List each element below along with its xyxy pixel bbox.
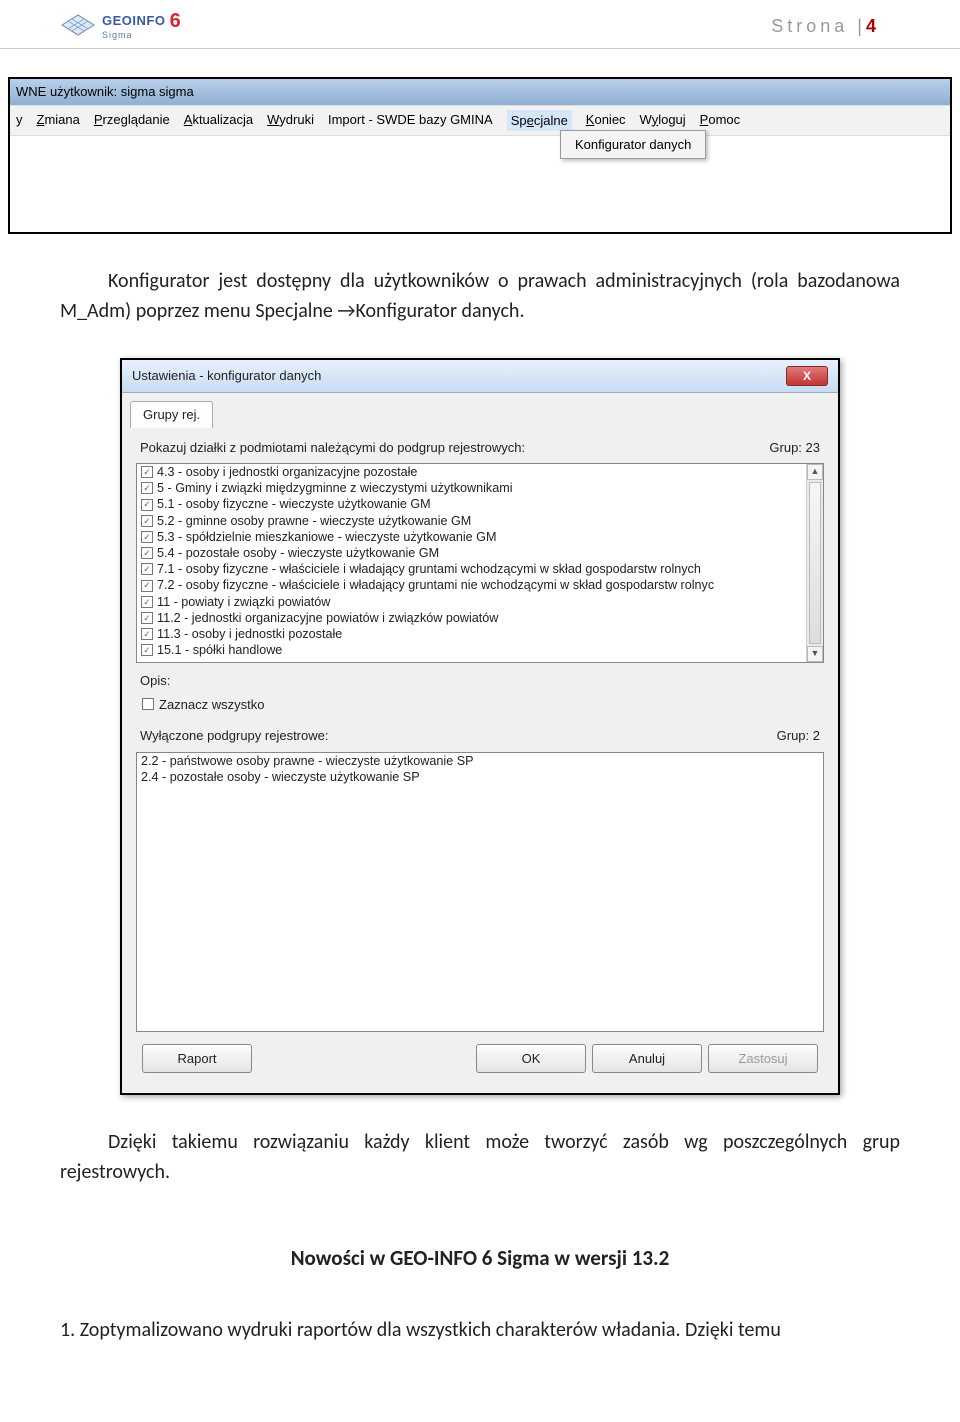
list-podgrupy-disabled[interactable]: 2.2 - państwowe osoby prawne - wieczyste… bbox=[136, 752, 824, 1032]
list-item-label: 4.3 - osoby i jednostki organizacyjne po… bbox=[157, 464, 417, 480]
list-item-label: 2.2 - państwowe osoby prawne - wieczyste… bbox=[141, 753, 474, 769]
zastosuj-button[interactable]: Zastosuj bbox=[708, 1044, 818, 1074]
list-item-label: 5.2 - gminne osoby prawne - wieczyste uż… bbox=[157, 513, 471, 529]
menu-y[interactable]: y bbox=[16, 110, 23, 132]
list-item-label: 5.1 - osoby fizyczne - wieczyste użytkow… bbox=[157, 496, 431, 512]
list-item-label: 5.3 - spółdzielnie mieszkaniowe - wieczy… bbox=[157, 529, 496, 545]
checkbox-icon[interactable]: ✓ bbox=[141, 563, 153, 575]
checkbox-icon[interactable]: ✓ bbox=[141, 612, 153, 624]
list-item[interactable]: ✓ 7.1 - osoby fizyczne - właściciele i wł… bbox=[137, 561, 823, 577]
list-item-label: 7.1 - osoby fizyczne - właściciele i wła… bbox=[157, 561, 701, 577]
close-button[interactable]: X bbox=[786, 366, 828, 386]
list-podgrupy-enabled[interactable]: ✓ 4.3 - osoby i jednostki organizacyjne p… bbox=[136, 463, 824, 663]
screenshot-menu: WNE użytkownik: sigma sigma y Zmiana Prz… bbox=[8, 77, 952, 234]
label-zaznacz-wszystko: Zaznacz wszystko bbox=[159, 695, 264, 715]
list-item[interactable]: 2.4 - pozostałe osoby - wieczyste użytko… bbox=[137, 769, 823, 785]
checkbox-icon[interactable]: ✓ bbox=[141, 628, 153, 640]
page-header: GEOINFO 6 Sigma Strona |4 bbox=[0, 0, 960, 49]
checkbox-icon[interactable]: ✓ bbox=[141, 515, 153, 527]
dialog-title: Ustawienia - konfigurator danych bbox=[132, 366, 321, 386]
list-item-label: 2.4 - pozostałe osoby - wieczyste użytko… bbox=[141, 769, 420, 785]
list-item-label: 11.2 - jednostki organizacyjne powiatów … bbox=[157, 610, 498, 626]
logo-geo: GEOINFO bbox=[102, 13, 165, 28]
scroll-thumb[interactable] bbox=[809, 482, 821, 644]
list-item[interactable]: 2.2 - państwowe osoby prawne - wieczyste… bbox=[137, 753, 823, 769]
scroll-down-icon[interactable]: ▼ bbox=[807, 646, 823, 662]
count-grup-23: Grup: 23 bbox=[769, 438, 820, 458]
list-item[interactable]: ✓ 5.3 - spółdzielnie mieszkaniowe - wiecz… bbox=[137, 529, 823, 545]
list-item-label: 5 - Gminy i związki międzygminne z wiecz… bbox=[157, 480, 513, 496]
list-item[interactable]: ✓ 7.2 - osoby fizyczne - właściciele i wł… bbox=[137, 577, 823, 593]
list-item[interactable]: ✓ 5.1 - osoby fizyczne - wieczyste użytko… bbox=[137, 496, 823, 512]
dialog-titlebar: Ustawienia - konfigurator danych X bbox=[122, 360, 838, 393]
list-item-1: 1. Zoptymalizowano wydruki raportów dla … bbox=[60, 1315, 900, 1345]
page-number-label: Strona |4 bbox=[771, 16, 900, 37]
window-title: WNE użytkownik: sigma sigma bbox=[10, 79, 950, 105]
paragraph-2: Dzięki takiemu rozwiązaniu każdy klient … bbox=[60, 1127, 900, 1187]
list-item[interactable]: ✓ 5 - Gminy i związki międzygminne z wiec… bbox=[137, 480, 823, 496]
list-item-label: 7.2 - osoby fizyczne - właściciele i wła… bbox=[157, 577, 714, 593]
list-item[interactable]: ✓ 5.2 - gminne osoby prawne - wieczyste u… bbox=[137, 513, 823, 529]
list-item[interactable]: ✓ 11.2 - jednostki organizacyjne powiatów… bbox=[137, 610, 823, 626]
menu-wydruki[interactable]: Wydruki bbox=[267, 110, 314, 132]
checkbox-zaznacz-wszystko[interactable] bbox=[142, 698, 154, 710]
list-item[interactable]: ✓ 11.3 - osoby i jednostki pozostałe bbox=[137, 626, 823, 642]
list-item-label: 5.4 - pozostałe osoby - wieczyste użytko… bbox=[157, 545, 439, 561]
label-opis: Opis: bbox=[134, 665, 826, 693]
anuluj-button[interactable]: Anuluj bbox=[592, 1044, 702, 1074]
label-wylaczone: Wyłączone podgrupy rejestrowe: bbox=[140, 726, 328, 746]
menu-wyloguj[interactable]: Wyloguj bbox=[640, 110, 686, 132]
checkbox-icon[interactable]: ✓ bbox=[141, 531, 153, 543]
screenshot-dialog: Ustawienia - konfigurator danych X Grupy… bbox=[120, 358, 840, 1095]
list-item[interactable]: ✓ 4.3 - osoby i jednostki organizacyjne p… bbox=[137, 464, 823, 480]
count-grup-2: Grup: 2 bbox=[777, 726, 820, 746]
checkbox-icon[interactable]: ✓ bbox=[141, 499, 153, 511]
list-item-label: 15.1 - spółki handlowe bbox=[157, 642, 282, 658]
menu-aktualizacja[interactable]: Aktualizacja bbox=[184, 110, 253, 132]
menu-koniec[interactable]: Koniec bbox=[586, 110, 626, 132]
checkbox-icon[interactable]: ✓ bbox=[141, 644, 153, 656]
scroll-up-icon[interactable]: ▲ bbox=[807, 464, 823, 480]
checkbox-icon[interactable]: ✓ bbox=[141, 596, 153, 608]
checkbox-icon[interactable]: ✓ bbox=[141, 547, 153, 559]
list-item[interactable]: ✓ 5.4 - pozostałe osoby - wieczyste użytk… bbox=[137, 545, 823, 561]
list-item[interactable]: ✓ 15.1 - spółki handlowe bbox=[137, 642, 823, 658]
list-item-label: 11.3 - osoby i jednostki pozostałe bbox=[157, 626, 342, 642]
menu-przegladanie[interactable]: Przeglądanie bbox=[94, 110, 170, 132]
scrollbar[interactable]: ▲ ▼ bbox=[806, 464, 823, 662]
tab-grupy-rej[interactable]: Grupy rej. bbox=[130, 401, 213, 428]
heading-nowosci: Nowości w GEO-INFO 6 Sigma w wersji 13.2 bbox=[60, 1243, 900, 1275]
checkbox-icon[interactable]: ✓ bbox=[141, 466, 153, 478]
paragraph-1: Konfigurator jest dostępny dla użytkowni… bbox=[60, 266, 900, 326]
ok-button[interactable]: OK bbox=[476, 1044, 586, 1074]
logo: GEOINFO 6 Sigma bbox=[60, 10, 181, 40]
dropdown-konfigurator[interactable]: Konfigurator danych bbox=[560, 130, 706, 160]
list-item-label: 11 - powiaty i związki powiatów bbox=[157, 594, 330, 610]
raport-button[interactable]: Raport bbox=[142, 1044, 252, 1074]
menu-specjalne[interactable]: Specjalne bbox=[507, 110, 572, 132]
checkbox-icon[interactable]: ✓ bbox=[141, 580, 153, 592]
menu-pomoc[interactable]: Pomoc bbox=[700, 110, 740, 132]
menu-zmiana[interactable]: Zmiana bbox=[37, 110, 80, 132]
list-item[interactable]: ✓ 11 - powiaty i związki powiatów bbox=[137, 594, 823, 610]
label-pokazuj: Pokazuj działki z podmiotami należącymi … bbox=[140, 438, 525, 458]
checkbox-icon[interactable]: ✓ bbox=[141, 482, 153, 494]
menu-import[interactable]: Import - SWDE bazy GMINA bbox=[328, 110, 493, 132]
menubar: y Zmiana Przeglądanie Aktualizacja Wydru… bbox=[10, 105, 950, 137]
logo-num: 6 bbox=[170, 10, 182, 32]
